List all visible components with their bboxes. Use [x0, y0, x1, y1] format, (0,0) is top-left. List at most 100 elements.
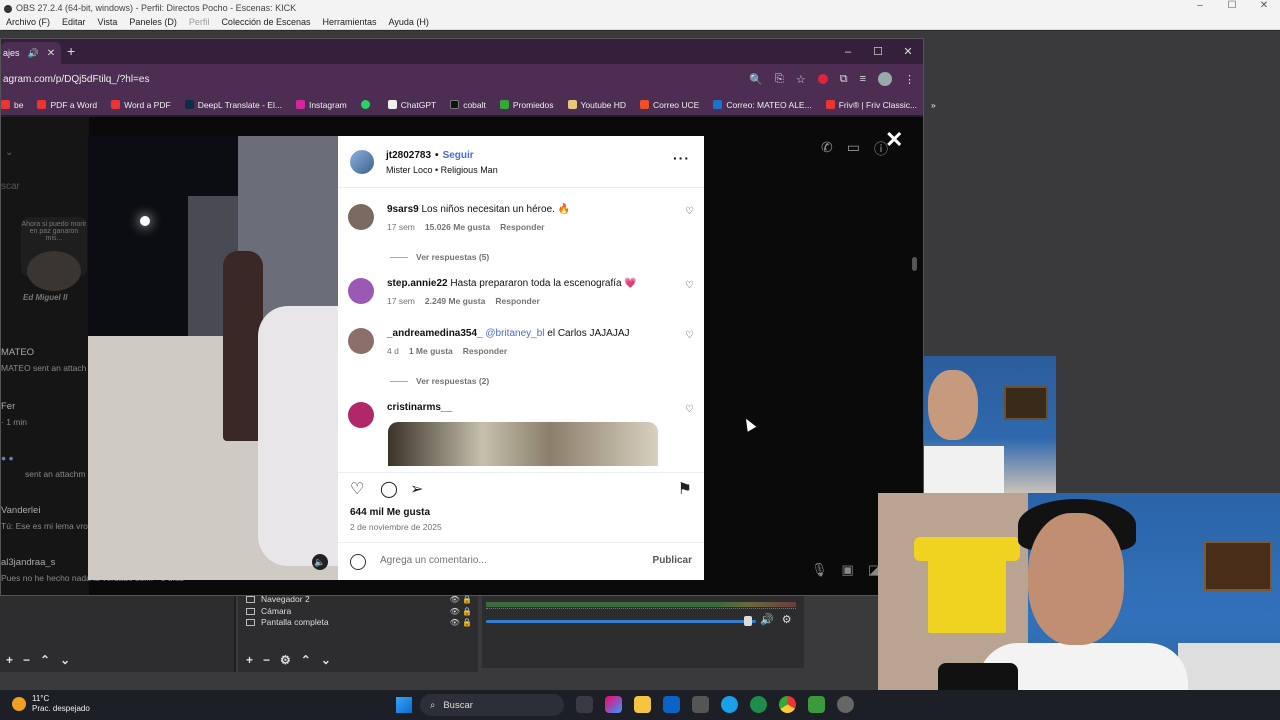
follow-button[interactable]: Seguir [443, 150, 474, 161]
menu-vista[interactable]: Vista [92, 17, 124, 27]
copilot-icon[interactable] [605, 696, 622, 713]
comment-username[interactable]: 9sars9 [387, 204, 419, 215]
chevron-down-icon[interactable]: ⌄ [5, 147, 13, 158]
visibility-icon[interactable]: 👁 🔒 [450, 595, 472, 604]
source-item[interactable]: Cámara 👁 🔒 [246, 606, 472, 616]
comment-image[interactable] [388, 422, 658, 466]
close-icon[interactable]: ✕ [885, 127, 903, 153]
heart-icon[interactable]: ♡ [685, 330, 694, 341]
menu-ayuda[interactable]: Ayuda (H) [383, 17, 435, 27]
add-icon[interactable]: + [246, 653, 253, 667]
scrollbar[interactable] [912, 257, 917, 271]
minecraft-icon[interactable] [808, 696, 825, 713]
close-icon[interactable]: ✕ [1248, 0, 1280, 11]
image-icon[interactable]: ▣ [842, 562, 854, 578]
maximize-icon[interactable]: ☐ [1216, 0, 1248, 11]
bookmark-icon[interactable]: ⚑ [678, 479, 692, 499]
view-replies-button[interactable]: Ver respuestas (2) [390, 376, 489, 386]
phone-icon[interactable]: ✆ [821, 139, 833, 159]
menu-perfil[interactable]: Perfil [183, 17, 216, 27]
comment-input[interactable]: Agrega un comentario... [380, 555, 487, 566]
search-input[interactable]: scar [1, 181, 20, 192]
browser-close-icon[interactable]: ✕ [893, 45, 923, 58]
app-icon[interactable] [750, 696, 767, 713]
bookmark-item[interactable]: PDF a Word [37, 100, 97, 110]
star-icon[interactable]: ☆ [796, 73, 806, 86]
reply-button[interactable]: Responder [500, 222, 544, 232]
bookmark-item[interactable]: Youtube HD [567, 100, 626, 110]
comment-likes[interactable]: 15.026 Me gusta [425, 222, 490, 232]
zoom-icon[interactable]: 🔍 [749, 73, 763, 86]
comment-likes[interactable]: 2.249 Me gusta [425, 296, 485, 306]
speaker-icon[interactable]: 🔊 [760, 613, 774, 626]
menu-paneles[interactable]: Paneles (D) [123, 17, 183, 27]
avatar[interactable] [27, 251, 81, 291]
bookmark-item[interactable]: Correo UCE [640, 100, 699, 110]
profile-icon[interactable] [878, 72, 892, 86]
like-icon[interactable]: ♡ [350, 479, 364, 499]
source-item[interactable]: Navegador 2 👁 🔒 [246, 594, 472, 604]
bookmark-item[interactable]: be [1, 100, 23, 110]
heart-icon[interactable]: ♡ [685, 280, 694, 291]
bookmark-item[interactable]: Instagram [295, 100, 347, 110]
share-icon[interactable]: ➢ [410, 479, 423, 499]
comment-username[interactable]: cristinarms__ [387, 402, 452, 413]
minimize-icon[interactable]: – [1184, 0, 1216, 11]
outlook-icon[interactable] [663, 696, 680, 713]
browser-tab[interactable]: ajes 🔊 ✕ [1, 42, 61, 64]
avatar[interactable] [348, 328, 374, 354]
post-video[interactable]: 🔈 [88, 136, 338, 580]
new-tab-icon[interactable]: + [67, 43, 75, 59]
avatar[interactable] [348, 278, 374, 304]
speaker-icon[interactable]: 🔊 [28, 48, 39, 59]
heart-icon[interactable]: ♡ [685, 404, 694, 415]
comment-username[interactable]: step.annie22 [387, 278, 448, 289]
volume-slider-knob[interactable] [744, 616, 752, 626]
extensions-icon[interactable]: ⧉ [840, 73, 848, 86]
browser-menu-icon[interactable]: ⋮ [904, 73, 915, 86]
avatar[interactable] [350, 150, 374, 174]
chat-name[interactable]: al3jandraa_s [1, 557, 55, 568]
menu-coleccion-escenas[interactable]: Colección de Escenas [215, 17, 316, 27]
bookmark-item[interactable]: ChatGPT [387, 100, 436, 110]
gear-icon[interactable]: ⚙ [280, 653, 291, 667]
post-username[interactable]: jt2802783 [386, 150, 431, 161]
chrome-icon[interactable] [779, 696, 796, 713]
comment-icon[interactable]: ◯ [380, 479, 398, 499]
media-icon[interactable]: ≡ [860, 73, 866, 85]
menu-herramientas[interactable]: Herramientas [317, 17, 383, 27]
source-item[interactable]: Pantalla completa 👁 🔒 [246, 617, 472, 627]
avatar[interactable] [348, 204, 374, 230]
comment-likes[interactable]: 1 Me gusta [409, 346, 453, 356]
file-explorer-icon[interactable] [634, 696, 651, 713]
view-replies-button[interactable]: Ver respuestas (5) [390, 252, 489, 262]
chevron-up-icon[interactable]: ⌃ [301, 653, 311, 667]
taskbar-search[interactable]: ⌕ Buscar [420, 694, 564, 716]
microphone-icon[interactable]: 🎙 [811, 562, 828, 578]
cast-icon[interactable]: ⎘ [775, 73, 784, 86]
bookmark-item[interactable]: Friv® | Friv Classic... [825, 100, 917, 110]
tab-close-icon[interactable]: ✕ [47, 48, 55, 59]
store-icon[interactable] [692, 696, 709, 713]
chevron-down-icon[interactable]: ⌄ [321, 653, 331, 667]
browser-minimize-icon[interactable]: – [833, 46, 863, 58]
gear-icon[interactable]: ⚙ [782, 613, 792, 626]
emoji-icon[interactable] [350, 554, 366, 570]
bookmark-item[interactable] [360, 100, 374, 109]
chat-name[interactable]: MATEO [1, 347, 34, 358]
avatar[interactable] [348, 402, 374, 428]
menu-editar[interactable]: Editar [56, 17, 92, 27]
chevron-right-icon[interactable]: » [931, 100, 936, 110]
chat-name[interactable]: Fer [1, 401, 15, 412]
menu-archivo[interactable]: Archivo (F) [0, 17, 56, 27]
weather-widget[interactable]: 11°C Prac. despejado [12, 694, 90, 714]
comment-mention[interactable]: @britaney_bl [485, 328, 544, 339]
obs-icon[interactable] [837, 696, 854, 713]
bookmark-item[interactable]: Correo: MATEO ALE... [713, 100, 812, 110]
chevron-down-icon[interactable]: ⌄ [60, 653, 70, 667]
volume-icon[interactable]: 🔈 [312, 554, 328, 570]
comment-username[interactable]: _andreamedina354_ [387, 328, 483, 339]
volume-slider[interactable] [486, 620, 756, 623]
reply-button[interactable]: Responder [463, 346, 507, 356]
remove-icon[interactable]: − [23, 653, 30, 667]
